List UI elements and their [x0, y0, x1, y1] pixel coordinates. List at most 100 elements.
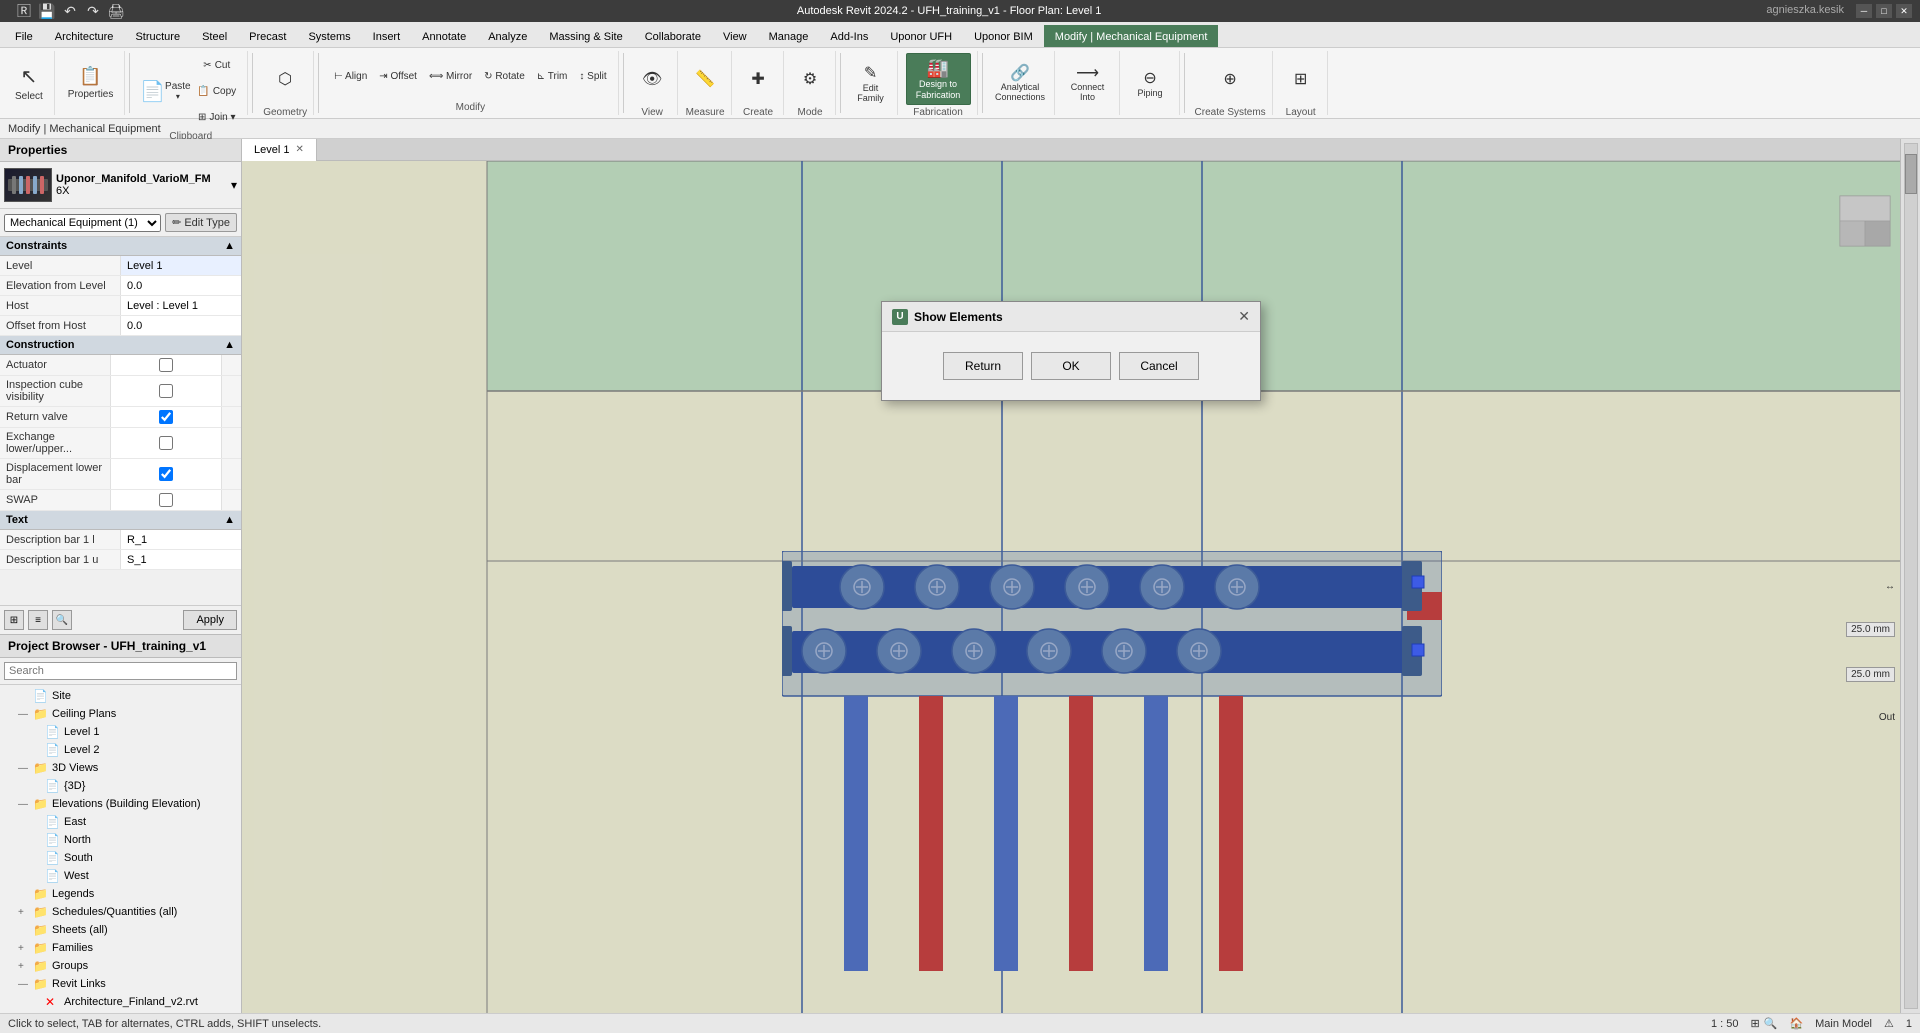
- tab-precast[interactable]: Precast: [238, 25, 297, 47]
- displacement-checkbox[interactable]: [117, 467, 215, 481]
- geometry-btn[interactable]: ⬡: [265, 53, 305, 105]
- paste-button[interactable]: 📄 Paste ▾: [140, 65, 190, 117]
- measure-btn[interactable]: 📏: [688, 53, 723, 105]
- print-btn[interactable]: 🖨: [106, 1, 126, 21]
- inspection-value[interactable]: [111, 376, 221, 406]
- view-icon[interactable]: ⊞: [1751, 1017, 1760, 1030]
- rotate-button[interactable]: ↻ Rotate: [479, 65, 530, 89]
- tab-collaborate[interactable]: Collaborate: [634, 25, 712, 47]
- create-systems-btn[interactable]: ⊕: [1208, 53, 1253, 105]
- search-input[interactable]: [4, 662, 237, 680]
- canvas-tab-level1[interactable]: Level 1 ✕: [242, 139, 317, 161]
- tree-item-sheets[interactable]: 📁 Sheets (all): [2, 921, 239, 939]
- redo-btn[interactable]: ↷: [83, 1, 103, 21]
- text-section-header[interactable]: Text ▲: [0, 511, 241, 530]
- sort-icon-btn[interactable]: ≡: [28, 610, 48, 630]
- tree-item-3dviews[interactable]: — 📁 3D Views: [2, 759, 239, 777]
- exchange-value[interactable]: [111, 428, 221, 458]
- tab-annotate[interactable]: Annotate: [411, 25, 477, 47]
- tab-massing[interactable]: Massing & Site: [538, 25, 633, 47]
- apply-button[interactable]: Apply: [183, 610, 237, 630]
- join-button[interactable]: ⊞Join ▾: [192, 105, 241, 129]
- canvas-viewport[interactable]: ↔ 25.0 mm 25.0 mm Out: [242, 161, 1900, 1013]
- edit-type-button[interactable]: ✏ Edit Type: [165, 213, 237, 232]
- tree-item-arch-finland[interactable]: ✕ Architecture_Finland_v2.rvt: [2, 993, 239, 1011]
- close-button[interactable]: ✕: [1896, 4, 1912, 18]
- piping-btn[interactable]: ⊖ Piping: [1128, 57, 1173, 109]
- scrollbar-thumb[interactable]: [1905, 154, 1917, 194]
- collapse-arrow[interactable]: ▾: [231, 178, 237, 192]
- swap-checkbox[interactable]: [117, 493, 215, 507]
- tab-architecture[interactable]: Architecture: [44, 25, 125, 47]
- type-dropdown[interactable]: Mechanical Equipment (1): [4, 214, 161, 232]
- revit-logo[interactable]: 🅁: [14, 1, 34, 21]
- tab-file[interactable]: File: [4, 25, 44, 47]
- copy-button[interactable]: 📋Copy: [192, 79, 241, 103]
- layout-btn[interactable]: ⊞: [1281, 53, 1321, 105]
- edit-family-btn[interactable]: ✎ EditFamily: [851, 57, 891, 109]
- tree-item-elevations[interactable]: — 📁 Elevations (Building Elevation): [2, 795, 239, 813]
- tree-item-site[interactable]: 📄 Site: [2, 687, 239, 705]
- align-button[interactable]: ⊢ Align: [329, 65, 372, 89]
- zoom-icon[interactable]: 🔍: [1764, 1017, 1778, 1030]
- maximize-button[interactable]: □: [1876, 4, 1892, 18]
- tree-item-level1[interactable]: 📄 Level 1: [2, 723, 239, 741]
- tab-addins[interactable]: Add-Ins: [819, 25, 879, 47]
- cut-button[interactable]: ✂Cut: [192, 53, 241, 77]
- tab-uponor-bim[interactable]: Uponor BIM: [963, 25, 1044, 47]
- ok-button[interactable]: OK: [1031, 352, 1111, 380]
- design-to-fabrication-button[interactable]: 🏭 Design to Fabrication: [906, 53, 971, 105]
- swap-value[interactable]: [111, 490, 221, 510]
- tree-item-west[interactable]: 📄 West: [2, 867, 239, 885]
- tree-item-ceiling-plans[interactable]: — 📁 Ceiling Plans: [2, 705, 239, 723]
- create-btn[interactable]: ✚: [741, 53, 776, 105]
- select-button[interactable]: ↖ Select: [10, 57, 48, 109]
- connect-into-btn[interactable]: ⟶ ConnectInto: [1063, 57, 1113, 109]
- level-value[interactable]: [121, 256, 241, 275]
- cancel-button[interactable]: Cancel: [1119, 352, 1199, 380]
- tab-uponor-ufh[interactable]: Uponor UFH: [879, 25, 963, 47]
- tab-steel[interactable]: Steel: [191, 25, 238, 47]
- displacement-value[interactable]: [111, 459, 221, 489]
- mode-btn[interactable]: ⚙: [793, 53, 828, 105]
- save-btn[interactable]: 💾: [37, 1, 57, 21]
- return-valve-value[interactable]: [111, 407, 221, 427]
- minimize-button[interactable]: ─: [1856, 4, 1872, 18]
- tree-item-groups[interactable]: + 📁 Groups: [2, 957, 239, 975]
- canvas-tab-close[interactable]: ✕: [295, 144, 303, 155]
- return-button[interactable]: Return: [943, 352, 1023, 380]
- dialog-close-button[interactable]: ✕: [1238, 308, 1250, 325]
- undo-btn[interactable]: ↶: [60, 1, 80, 21]
- analytical-btn[interactable]: 🔗 AnalyticalConnections: [993, 57, 1048, 109]
- tab-analyze[interactable]: Analyze: [477, 25, 538, 47]
- actuator-value[interactable]: [111, 355, 221, 375]
- tree-item-families[interactable]: + 📁 Families: [2, 939, 239, 957]
- constraints-section-header[interactable]: Constraints ▲: [0, 237, 241, 256]
- actuator-checkbox[interactable]: [117, 358, 215, 372]
- tab-insert[interactable]: Insert: [362, 25, 412, 47]
- view-btn[interactable]: 👁: [635, 53, 670, 105]
- search-icon-btn[interactable]: 🔍: [52, 610, 72, 630]
- properties-button[interactable]: 📋 Properties: [63, 57, 119, 109]
- tree-item-legends[interactable]: 📁 Legends: [2, 885, 239, 903]
- tab-structure[interactable]: Structure: [124, 25, 191, 47]
- exchange-checkbox[interactable]: [117, 436, 215, 450]
- tab-systems[interactable]: Systems: [297, 25, 361, 47]
- tree-item-3d[interactable]: 📄 {3D}: [2, 777, 239, 795]
- tree-item-east[interactable]: 📄 East: [2, 813, 239, 831]
- tree-item-revit-links[interactable]: — 📁 Revit Links: [2, 975, 239, 993]
- mirror-button[interactable]: ⟺ Mirror: [424, 65, 477, 89]
- offset-button[interactable]: ⇥ Offset: [374, 65, 422, 89]
- inspection-checkbox[interactable]: [117, 384, 215, 398]
- level-input[interactable]: [127, 260, 235, 272]
- return-valve-checkbox[interactable]: [117, 410, 215, 424]
- trim-button[interactable]: ⊾ Trim: [532, 65, 573, 89]
- tree-item-north[interactable]: 📄 North: [2, 831, 239, 849]
- tab-modify-mechanical[interactable]: Modify | Mechanical Equipment: [1044, 25, 1219, 47]
- tab-manage[interactable]: Manage: [758, 25, 820, 47]
- split-button[interactable]: ↕ Split: [574, 65, 611, 89]
- tab-view[interactable]: View: [712, 25, 758, 47]
- tree-item-schedules[interactable]: + 📁 Schedules/Quantities (all): [2, 903, 239, 921]
- tree-item-south[interactable]: 📄 South: [2, 849, 239, 867]
- tree-item-level2[interactable]: 📄 Level 2: [2, 741, 239, 759]
